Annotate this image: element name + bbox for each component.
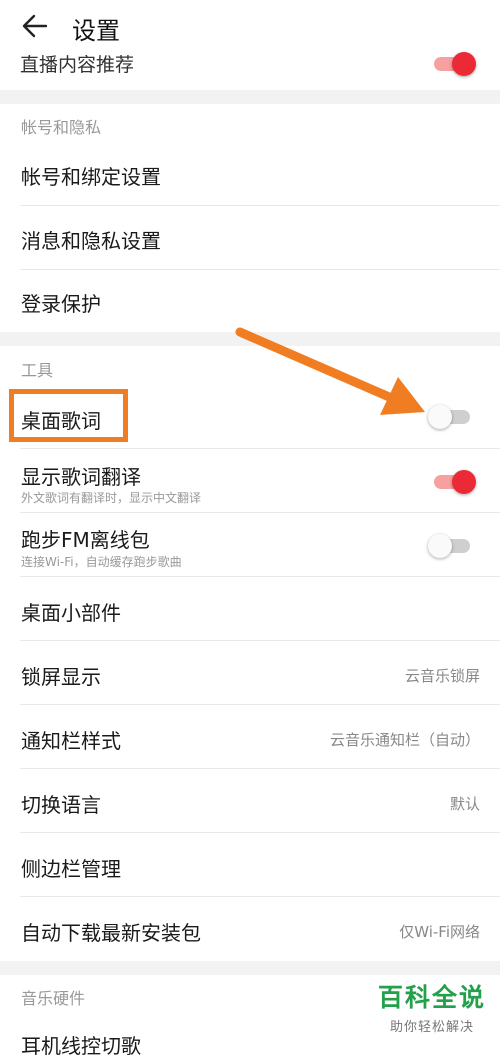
watermark-title: 百科全说 xyxy=(377,983,486,1012)
watermark-subtitle: 助你轻松解决 xyxy=(389,1020,474,1035)
fm-offline-desc: 连接Wi-Fi，自动缓存跑步歌曲 xyxy=(21,555,182,569)
watermark: 百科全说 助你轻松解决 xyxy=(378,978,486,1035)
account-binding-label: 帐号和绑定设置 xyxy=(21,165,161,189)
section-gap xyxy=(0,90,500,104)
notification-style-row[interactable]: 通知栏样式 云音乐通知栏（自动） xyxy=(0,705,500,769)
language-value: 默认 xyxy=(449,795,480,813)
lockscreen-value: 云音乐锁屏 xyxy=(404,667,480,685)
toggle-knob xyxy=(428,534,452,558)
desktop-lyrics-toggle[interactable] xyxy=(428,405,470,429)
message-privacy-label: 消息和隐私设置 xyxy=(21,229,161,253)
live-recommend-label: 直播内容推荐 xyxy=(20,54,135,76)
login-protection-row[interactable]: 登录保护 xyxy=(0,270,500,332)
headset-control-label: 耳机线控切歌 xyxy=(21,1034,141,1058)
toggle-knob xyxy=(452,52,476,76)
section-title-tools: 工具 xyxy=(21,361,54,380)
language-row[interactable]: 切换语言 默认 xyxy=(0,769,500,833)
login-protection-label: 登录保护 xyxy=(21,292,101,316)
auto-download-row[interactable]: 自动下载最新安装包 仅Wi-Fi网络 xyxy=(0,897,500,961)
section-gap xyxy=(0,332,500,346)
language-label: 切换语言 xyxy=(21,793,101,817)
fm-offline-label: 跑步FM离线包 xyxy=(21,528,150,552)
section-gap xyxy=(0,961,500,975)
sidebar-manage-row[interactable]: 侧边栏管理 xyxy=(0,833,500,897)
auto-download-value: 仅Wi-Fi网络 xyxy=(399,923,480,941)
desktop-widget-row[interactable]: 桌面小部件 xyxy=(0,577,500,641)
lockscreen-label: 锁屏显示 xyxy=(21,665,101,689)
notification-style-label: 通知栏样式 xyxy=(21,729,121,753)
notification-style-value: 云音乐通知栏（自动） xyxy=(329,731,480,749)
message-privacy-row[interactable]: 消息和隐私设置 xyxy=(0,206,500,270)
app-header: 设置 xyxy=(0,0,500,52)
lyric-translation-row[interactable]: 显示歌词翻译 外文歌词有翻译时，显示中文翻译 xyxy=(0,449,500,513)
fm-offline-toggle[interactable] xyxy=(428,534,470,558)
live-recommend-toggle[interactable] xyxy=(434,52,476,76)
lyric-translation-label: 显示歌词翻译 xyxy=(21,465,141,489)
account-binding-row[interactable]: 帐号和绑定设置 xyxy=(0,142,500,206)
sidebar-manage-label: 侧边栏管理 xyxy=(21,857,121,881)
toggle-knob xyxy=(428,405,452,429)
lyric-translation-toggle[interactable] xyxy=(434,470,476,494)
fm-offline-row[interactable]: 跑步FM离线包 连接Wi-Fi，自动缓存跑步歌曲 xyxy=(0,513,500,577)
lyric-translation-desc: 外文歌词有翻译时，显示中文翻译 xyxy=(21,491,202,505)
section-title-account: 帐号和隐私 xyxy=(21,118,102,137)
highlight-box xyxy=(9,389,128,442)
lockscreen-row[interactable]: 锁屏显示 云音乐锁屏 xyxy=(0,641,500,705)
page-title: 设置 xyxy=(72,17,120,45)
section-title-hardware: 音乐硬件 xyxy=(21,989,86,1008)
desktop-widget-label: 桌面小部件 xyxy=(21,601,121,625)
auto-download-label: 自动下载最新安装包 xyxy=(21,921,201,945)
back-arrow-icon[interactable] xyxy=(20,11,50,41)
toggle-knob xyxy=(452,470,476,494)
